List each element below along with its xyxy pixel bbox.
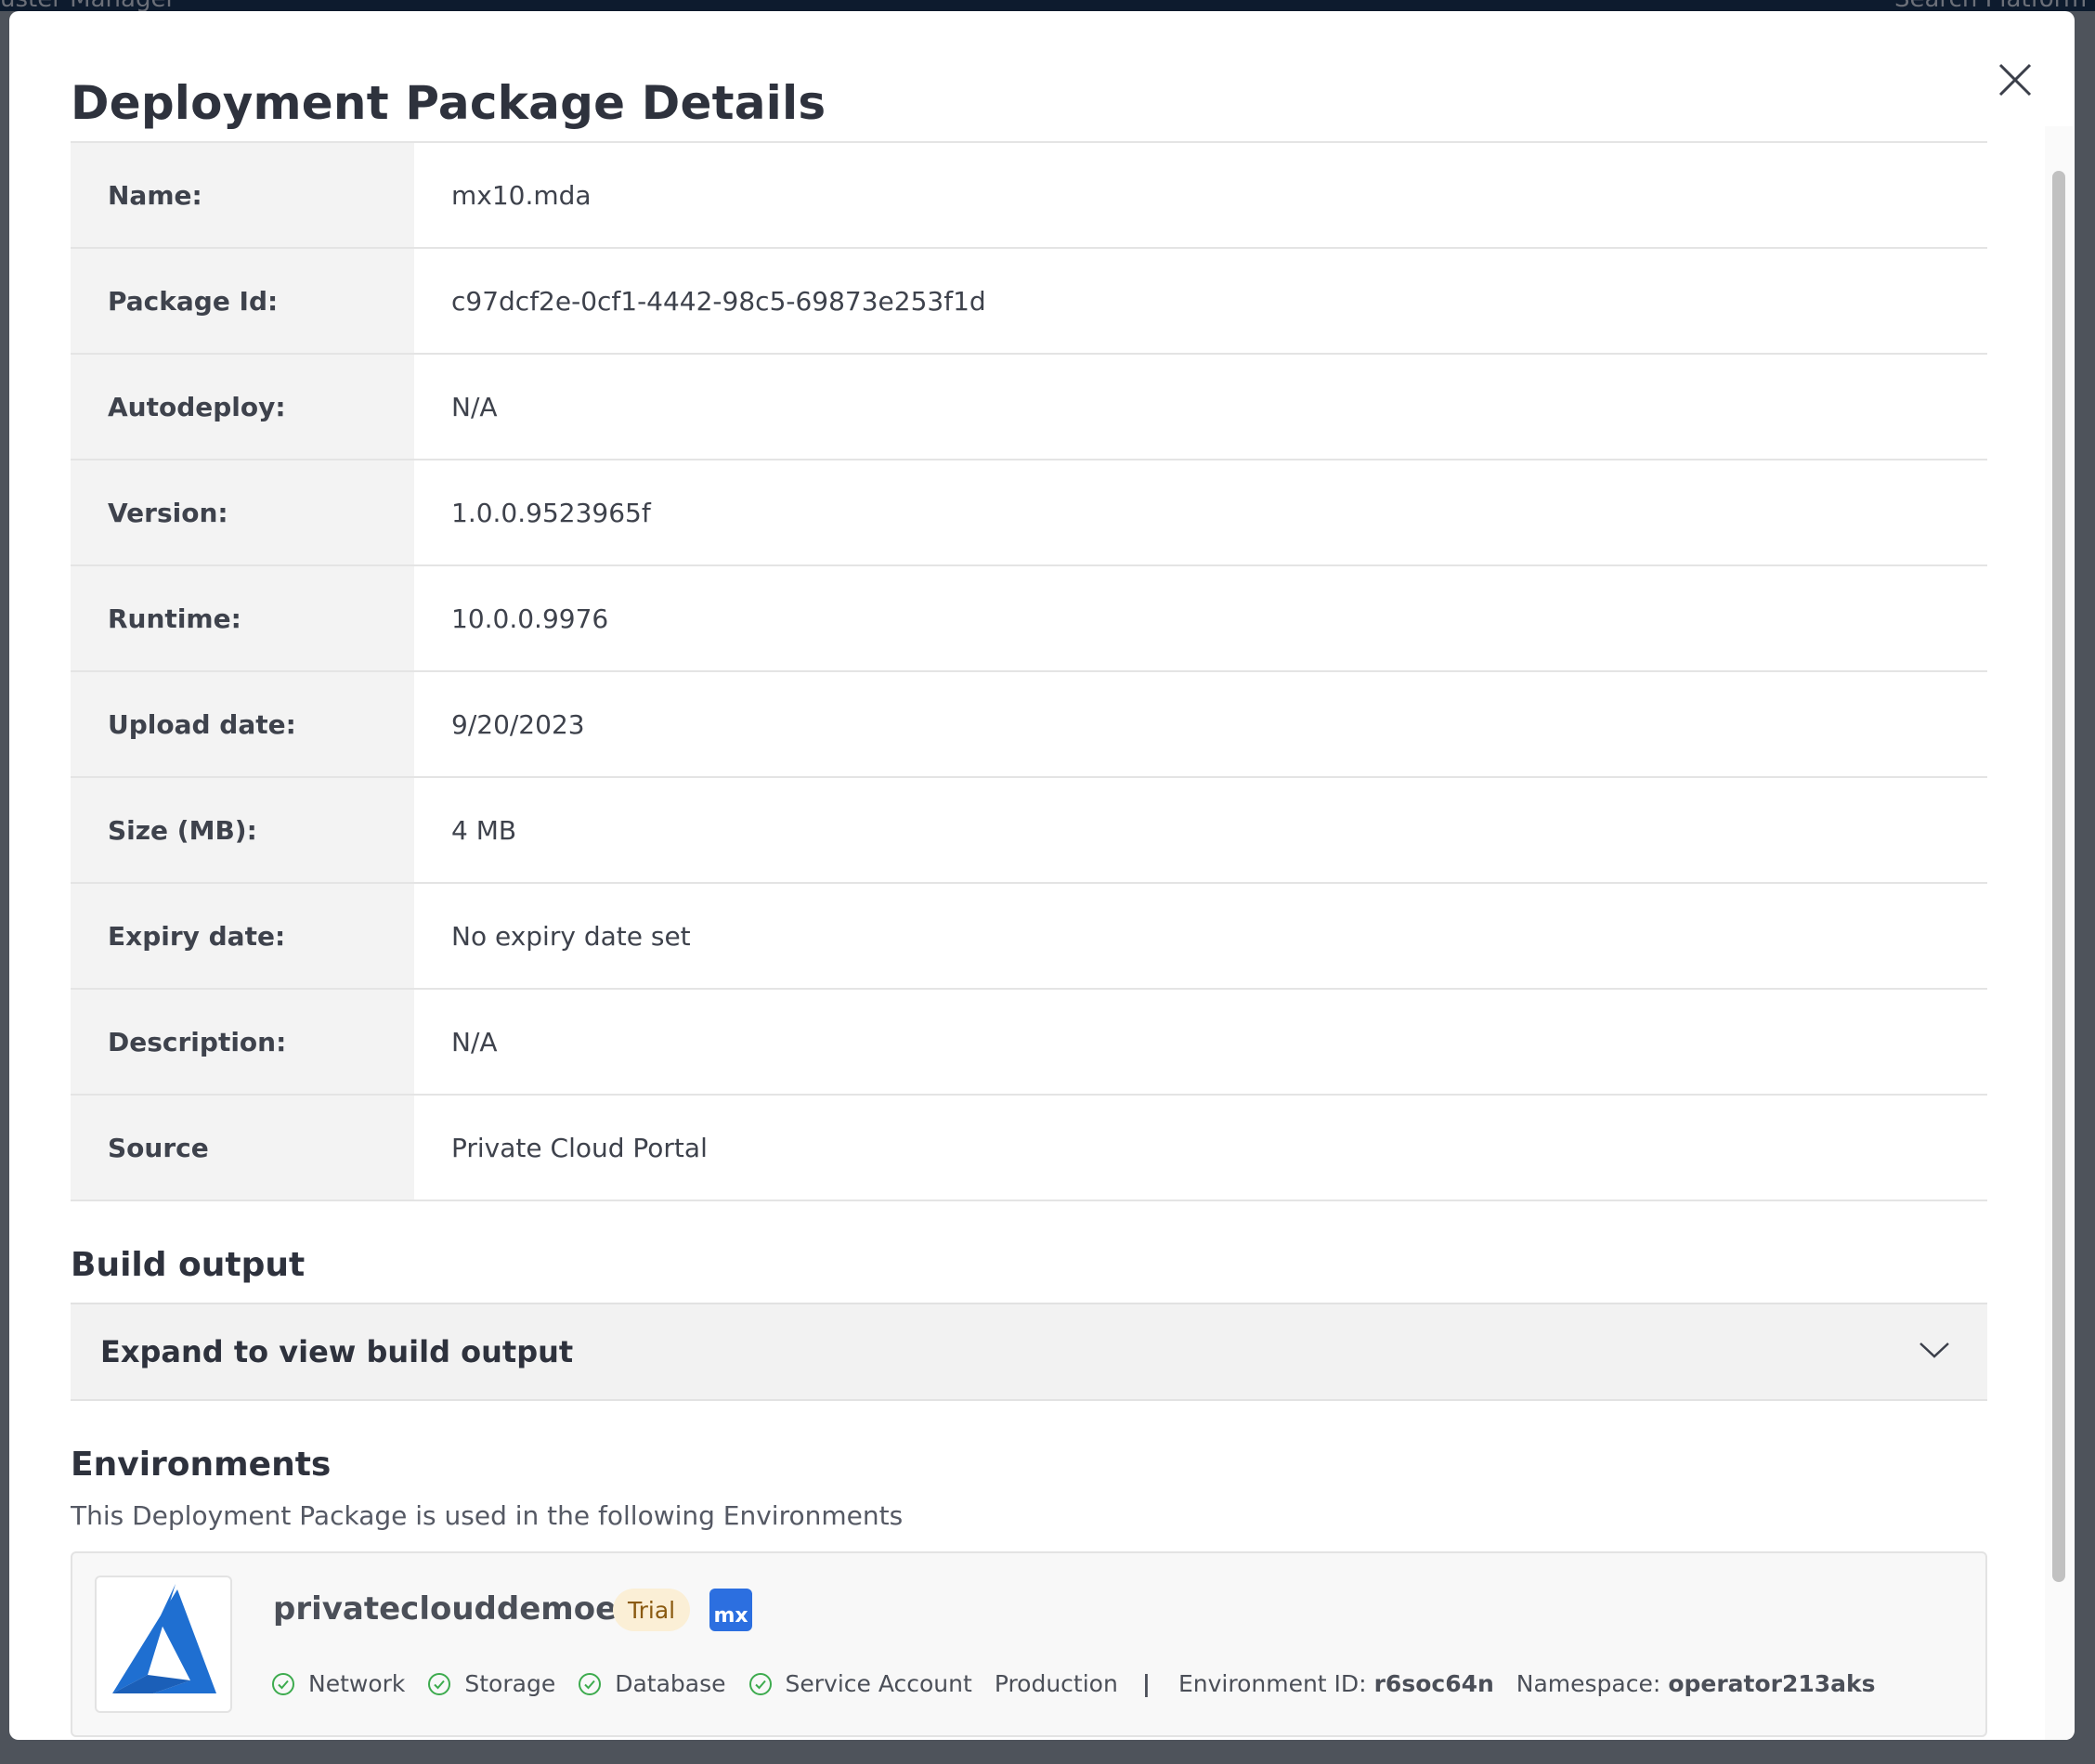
check-service-account: Service Account <box>748 1670 972 1697</box>
environment-id-label: Environment ID: <box>1178 1670 1367 1697</box>
details-label: Package Id: <box>71 249 414 353</box>
mx-badge: mx <box>709 1589 752 1631</box>
azure-logo <box>95 1576 232 1713</box>
namespace-label: Namespace: <box>1516 1670 1661 1697</box>
check-circle-icon <box>428 1672 451 1695</box>
details-label: Runtime: <box>71 566 414 670</box>
details-value: mx10.mda <box>414 143 1987 247</box>
meta-divider: | <box>1141 1670 1151 1697</box>
close-button[interactable] <box>1987 52 2043 108</box>
details-label: Upload date: <box>71 672 414 776</box>
details-row-autodeploy: Autodeploy: N/A <box>71 355 1987 460</box>
details-label: Expiry date: <box>71 884 414 988</box>
build-output-expander-label: Expand to view build output <box>100 1334 574 1369</box>
background-top-bar <box>0 0 2095 11</box>
check-database: Database <box>578 1670 726 1697</box>
details-value: c97dcf2e-0cf1-4442-98c5-69873e253f1d <box>414 249 1987 353</box>
environment-id-value: r6soc64n <box>1373 1670 1494 1697</box>
check-circle-icon <box>579 1672 602 1695</box>
check-label: Network <box>308 1670 406 1697</box>
namespace-value: operator213aks <box>1668 1670 1876 1697</box>
check-storage: Storage <box>427 1670 555 1697</box>
details-row-upload-date: Upload date: 9/20/2023 <box>71 672 1987 778</box>
details-label: Name: <box>71 143 414 247</box>
environment-meta: Network Storage Database Service Account… <box>271 1670 1898 1697</box>
details-value: Private Cloud Portal <box>414 1096 1987 1200</box>
details-value: N/A <box>414 990 1987 1094</box>
close-icon <box>1998 63 2032 97</box>
details-row-expiry-date: Expiry date: No expiry date set <box>71 884 1987 990</box>
details-row-name: Name: mx10.mda <box>71 143 1987 249</box>
build-output-heading: Build output <box>71 1246 306 1284</box>
scrollbar-thumb[interactable] <box>2052 171 2065 1582</box>
details-value: N/A <box>414 355 1987 459</box>
details-row-package-id: Package Id: c97dcf2e-0cf1-4442-98c5-6987… <box>71 249 1987 355</box>
check-label: Service Account <box>785 1670 972 1697</box>
details-value: 10.0.0.9976 <box>414 566 1987 670</box>
details-label: Version: <box>71 460 414 564</box>
details-value: 1.0.0.9523965f <box>414 460 1987 564</box>
details-row-runtime: Runtime: 10.0.0.9976 <box>71 566 1987 672</box>
details-row-description: Description: N/A <box>71 990 1987 1096</box>
details-row-size: Size (MB): 4 MB <box>71 778 1987 884</box>
build-output-expander[interactable]: Expand to view build output <box>71 1303 1987 1401</box>
chevron-down-icon <box>1919 1341 1950 1363</box>
environment-type: Production <box>994 1670 1118 1697</box>
check-label: Database <box>615 1670 726 1697</box>
details-table: Name: mx10.mda Package Id: c97dcf2e-0cf1… <box>71 141 1987 1201</box>
check-label: Storage <box>464 1670 556 1697</box>
trial-badge: Trial <box>613 1589 691 1631</box>
details-value: No expiry date set <box>414 884 1987 988</box>
environments-heading: Environments <box>71 1446 332 1484</box>
details-label: Source <box>71 1096 414 1200</box>
check-circle-icon <box>748 1672 772 1695</box>
details-label: Autodeploy: <box>71 355 414 459</box>
details-row-source: Source Private Cloud Portal <box>71 1096 1987 1201</box>
check-circle-icon <box>272 1672 294 1695</box>
environment-card[interactable]: privateclouddemoenv Trial mx Network Sto… <box>71 1551 1987 1737</box>
details-label: Description: <box>71 990 414 1094</box>
environment-name[interactable]: privateclouddemoenv <box>273 1590 660 1628</box>
modal-title: Deployment Package Details <box>71 76 826 130</box>
details-value: 4 MB <box>414 778 1987 882</box>
background-search-input: Search Platform <box>1885 0 2095 13</box>
modal-scroll-area[interactable]: Name: mx10.mda Package Id: c97dcf2e-0cf1… <box>71 141 1987 1740</box>
details-row-version: Version: 1.0.0.9523965f <box>71 460 1987 566</box>
deployment-package-modal: Deployment Package Details Name: mx10.md… <box>9 11 2075 1740</box>
check-network: Network <box>271 1670 405 1697</box>
environments-description: This Deployment Package is used in the f… <box>71 1500 904 1531</box>
details-value: 9/20/2023 <box>414 672 1987 776</box>
details-label: Size (MB): <box>71 778 414 882</box>
